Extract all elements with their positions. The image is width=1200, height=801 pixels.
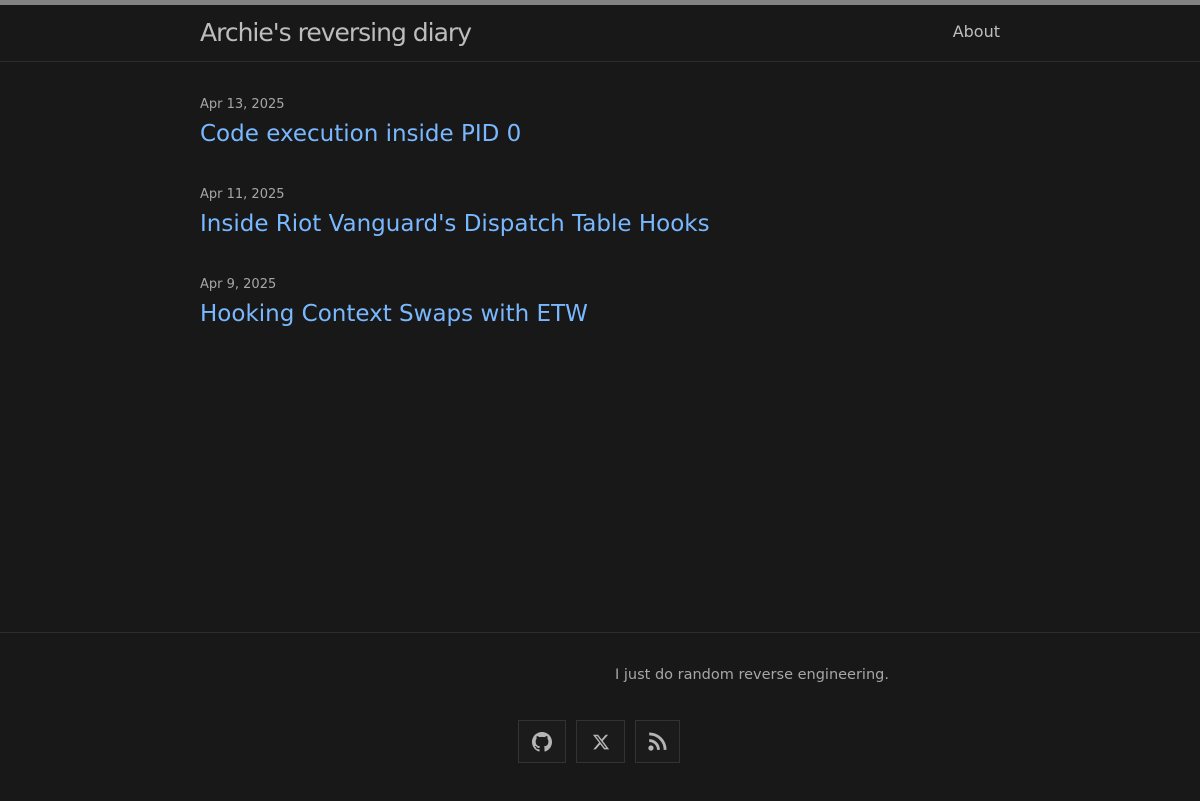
post-title-link[interactable]: Hooking Context Swaps with ETW [200,298,588,330]
rss-link-button[interactable] [635,720,680,763]
footer-description: I just do random reverse engineering. [615,667,889,683]
post-list: Apr 13, 2025 Code execution inside PID 0… [200,95,1000,365]
github-link-button[interactable] [518,720,566,763]
social-links [518,720,680,763]
post-title-link[interactable]: Code execution inside PID 0 [200,118,521,150]
x-icon [592,734,609,749]
site-title-link[interactable]: Archie's reversing diary [200,17,472,49]
post-list-item: Apr 9, 2025 Hooking Context Swaps with E… [200,275,1000,365]
rss-icon [648,732,667,751]
site-header: Archie's reversing diary About [0,5,1200,62]
site-footer: I just do random reverse engineering. [0,632,1200,801]
post-date: Apr 11, 2025 [200,187,285,202]
post-title-link[interactable]: Inside Riot Vanguard's Dispatch Table Ho… [200,208,710,240]
post-list-item: Apr 13, 2025 Code execution inside PID 0 [200,95,1000,185]
post-date: Apr 13, 2025 [200,97,285,112]
nav-link-about[interactable]: About [953,22,1000,42]
github-icon [532,731,552,752]
post-list-item: Apr 11, 2025 Inside Riot Vanguard's Disp… [200,185,1000,275]
x-link-button[interactable] [576,720,625,763]
post-date: Apr 9, 2025 [200,277,277,292]
